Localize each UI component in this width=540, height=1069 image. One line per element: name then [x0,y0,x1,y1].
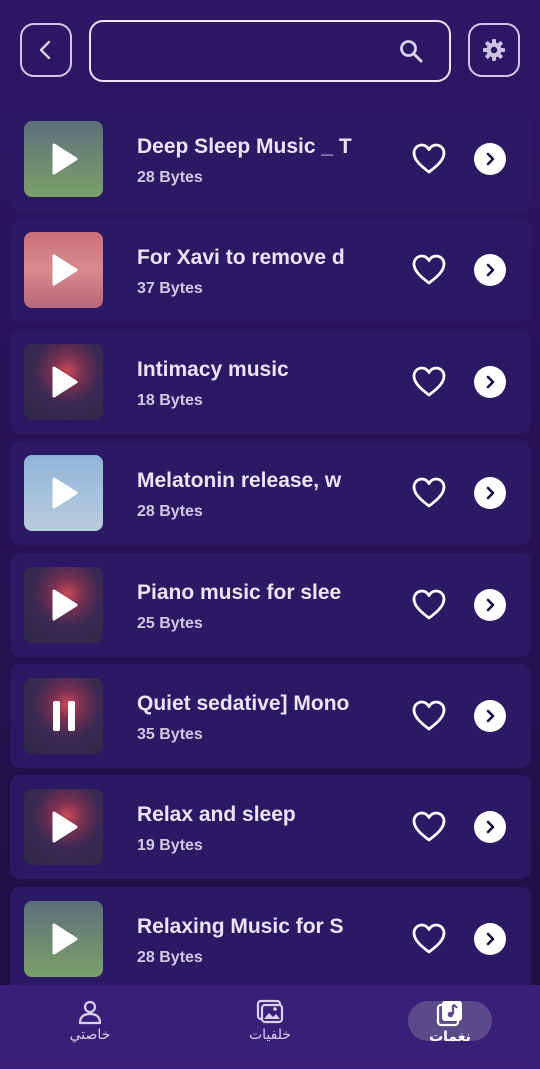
gear-icon [483,39,505,61]
track-thumbnail[interactable] [24,455,103,532]
play-icon [52,811,77,843]
heart-icon[interactable] [411,809,447,845]
play-icon [52,254,77,286]
pause-button[interactable] [24,678,103,754]
track-row[interactable]: Quiet sedative] Mono 35 Bytes [10,663,531,768]
heart-icon[interactable] [411,587,447,623]
track-title: Relaxing Music for S [137,914,344,938]
chevron-right-icon [486,375,495,389]
gallery-icon [256,999,284,1024]
track-title: For Xavi to remove d [137,246,345,270]
chevron-right-icon [486,598,495,611]
open-track-button[interactable] [474,143,506,175]
play-icon [52,589,77,621]
track-thumbnail[interactable] [24,121,103,197]
track-size: 37 Bytes [137,280,203,298]
heart-icon[interactable] [411,252,447,288]
bottom-nav: خاصتي خلفيات نغمات [0,985,540,1069]
open-track-button[interactable] [474,811,506,844]
person-icon [78,1000,102,1025]
track-row[interactable]: Intimacy music 18 Bytes [10,329,531,434]
heart-icon[interactable] [411,475,447,511]
track-size: 18 Bytes [137,391,203,409]
pause-icon [52,700,75,731]
track-size: 35 Bytes [137,725,203,743]
heart-icon[interactable] [411,698,447,734]
play-button[interactable] [24,121,103,197]
track-row[interactable]: Deep Sleep Music _ T 28 Bytes [10,107,531,211]
track-size: 28 Bytes [137,169,203,186]
nav-item-mine[interactable]: خاصتي [45,999,135,1059]
track-list: Deep Sleep Music _ T 28 Bytes For Xavi to … [10,107,531,998]
open-track-button[interactable] [474,254,506,287]
play-button[interactable] [24,344,103,420]
track-title: Piano music for slee [137,580,342,604]
track-size: 19 Bytes [137,837,203,855]
play-icon [52,477,77,509]
open-track-button[interactable] [474,365,506,398]
play-icon [52,366,77,398]
nav-label-ringtones: نغمات [429,1029,471,1045]
track-row[interactable]: Melatonin release, w 28 Bytes [10,441,531,546]
chevron-right-icon [486,709,495,723]
heart-icon[interactable] [411,364,447,400]
chevron-left-icon [39,40,51,60]
play-icon [52,143,77,175]
play-icon [52,923,77,955]
track-size: 25 Bytes [137,614,203,632]
play-button[interactable] [24,232,103,308]
nav-item-wallpapers[interactable]: خلفيات [225,999,315,1059]
chevron-right-icon [486,821,495,834]
track-thumbnail[interactable] [24,343,103,420]
nav-label-wallpapers: خلفيات [248,1027,292,1043]
track-thumbnail[interactable] [24,789,103,866]
track-row[interactable]: Relaxing Music for S 28 Bytes [10,886,531,991]
track-title: Deep Sleep Music _ T [137,135,352,158]
track-title: Relax and sleep [137,803,296,827]
search-icon[interactable] [391,31,431,71]
search-box[interactable] [89,20,451,82]
nav-item-ringtones[interactable]: نغمات [405,999,495,1059]
settings-button[interactable] [468,23,520,77]
track-thumbnail[interactable] [24,900,103,977]
track-title: Melatonin release, w [137,469,342,493]
back-button[interactable] [20,23,72,77]
chevron-right-icon [486,264,495,277]
track-row[interactable]: Relax and sleep 19 Bytes [10,775,531,880]
play-button[interactable] [24,455,103,531]
open-track-button[interactable] [474,699,506,732]
track-size: 28 Bytes [137,948,203,966]
track-row[interactable]: Piano music for slee 25 Bytes [10,552,531,657]
heart-icon[interactable] [411,141,447,177]
open-track-button[interactable] [474,922,506,955]
top-bar [0,0,540,100]
track-thumbnail[interactable] [24,566,103,643]
track-thumbnail[interactable] [24,232,103,309]
open-track-button[interactable] [474,477,506,510]
track-size: 28 Bytes [137,503,203,521]
track-title: Intimacy music [137,357,289,381]
nav-label-mine: خاصتي [69,1027,111,1043]
chevron-right-icon [486,486,495,500]
play-button[interactable] [24,789,103,865]
chevron-right-icon [486,932,495,946]
search-input[interactable] [91,22,391,80]
track-title: Quiet sedative] Mono [137,691,350,715]
music-note-icon [436,1001,462,1027]
play-button[interactable] [24,567,103,643]
heart-icon[interactable] [411,921,447,957]
track-thumbnail[interactable] [24,677,103,754]
play-button[interactable] [24,901,103,977]
chevron-right-icon [486,152,495,166]
track-row[interactable]: For Xavi to remove d 37 Bytes [10,218,531,323]
open-track-button[interactable] [474,588,506,621]
